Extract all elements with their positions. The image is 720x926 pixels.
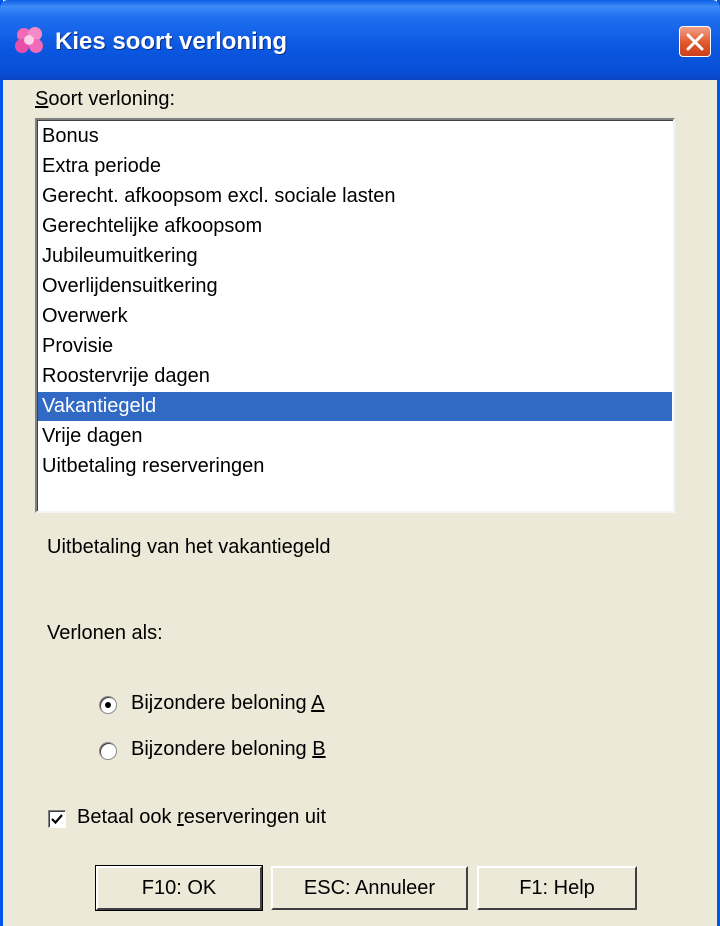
title-bar[interactable]: Kies soort verloning xyxy=(0,0,720,80)
list-item[interactable]: Jubileumuitkering xyxy=(38,242,672,271)
help-button[interactable]: F1: Help xyxy=(477,866,637,910)
flower-app-icon xyxy=(15,27,43,53)
close-icon xyxy=(686,33,704,51)
radio-beloning-b[interactable] xyxy=(99,742,117,760)
list-item-selected[interactable]: Vakantiegeld xyxy=(38,392,672,421)
window-title: Kies soort verloning xyxy=(55,28,288,55)
radio-beloning-a-label[interactable]: Bijzondere beloning A xyxy=(131,692,324,715)
soort-verloning-label: Soort verloning: xyxy=(35,88,176,110)
list-item[interactable]: Overlijdensuitkering xyxy=(38,272,672,301)
soort-verloning-listbox[interactable]: Bonus Extra periode Gerecht. afkoopsom e… xyxy=(35,118,675,513)
cancel-button[interactable]: ESC: Annuleer xyxy=(271,866,468,910)
list-item[interactable]: Vrije dagen xyxy=(38,422,672,451)
list-item[interactable]: Extra periode xyxy=(38,152,672,181)
betaal-reserveringen-checkbox[interactable] xyxy=(48,810,66,828)
list-item[interactable]: Uitbetaling reserveringen xyxy=(38,452,672,481)
list-item[interactable]: Roostervrije dagen xyxy=(38,362,672,391)
list-item[interactable]: Overwerk xyxy=(38,302,672,331)
description-text: Uitbetaling van het vakantiegeld xyxy=(47,536,331,558)
checkmark-icon xyxy=(51,814,63,825)
radio-dot xyxy=(105,702,111,708)
betaal-reserveringen-label[interactable]: Betaal ook reserveringen uit xyxy=(77,806,326,829)
list-item[interactable]: Provisie xyxy=(38,332,672,361)
close-button[interactable] xyxy=(679,26,711,57)
verlonen-als-label: Verlonen als: xyxy=(47,622,163,644)
radio-beloning-a[interactable] xyxy=(99,696,117,714)
list-item[interactable]: Gerecht. afkoopsom excl. sociale lasten xyxy=(38,182,672,211)
dialog-window: Kies soort verloning Soort verloning: Bo… xyxy=(0,0,720,926)
list-item[interactable]: Gerechtelijke afkoopsom xyxy=(38,212,672,241)
list-item[interactable]: Bonus xyxy=(38,122,672,151)
ok-button[interactable]: F10: OK xyxy=(95,865,263,911)
radio-beloning-b-label[interactable]: Bijzondere beloning B xyxy=(131,738,326,761)
